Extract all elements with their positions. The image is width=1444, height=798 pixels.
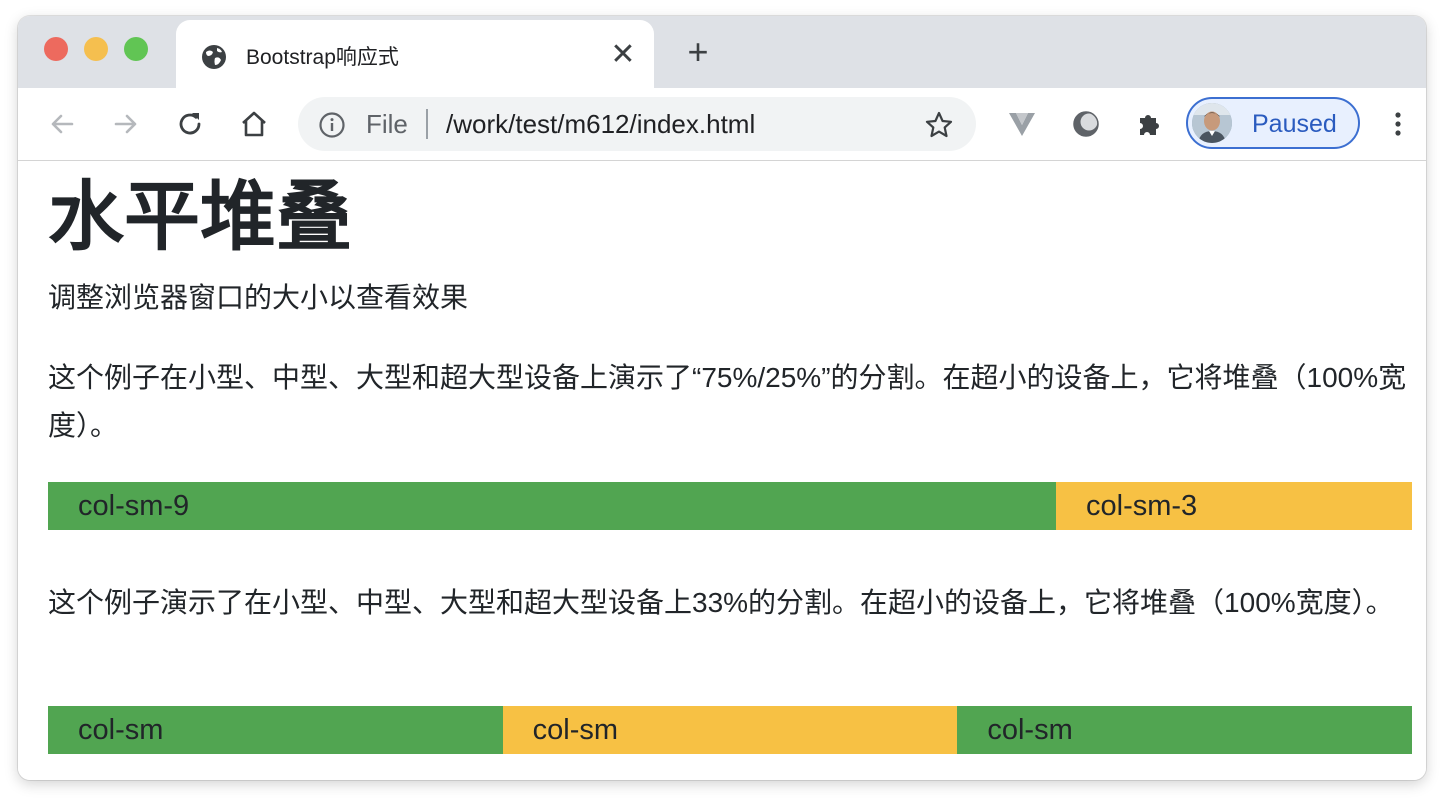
tab-strip: Bootstrap响应式 ✕ +	[18, 16, 1426, 88]
grid-column: col-sm	[502, 706, 958, 754]
tab-close-icon[interactable]: ✕	[608, 40, 638, 70]
forward-arrow-icon[interactable]	[110, 108, 142, 140]
info-icon[interactable]	[318, 111, 346, 139]
new-tab-button[interactable]: +	[682, 34, 714, 70]
globe-icon	[202, 45, 226, 69]
address-separator	[426, 109, 428, 139]
window-minimize-button[interactable]	[84, 37, 108, 61]
puzzle-icon[interactable]	[1134, 108, 1166, 140]
back-arrow-icon[interactable]	[46, 108, 78, 140]
v-extension-icon[interactable]	[1006, 108, 1038, 140]
avatar	[1192, 103, 1232, 143]
kebab-menu-icon[interactable]	[1386, 108, 1410, 140]
address-scheme: File	[366, 109, 408, 139]
window-close-button[interactable]	[44, 37, 68, 61]
star-icon[interactable]	[924, 110, 954, 140]
example2-description: 这个例子演示了在小型、中型、大型和超大型设备上33%的分割。在超小的设备上，它将…	[48, 587, 1394, 618]
page-content: 水平堆叠 调整浏览器窗口的大小以查看效果 这个例子在小型、中型、大型和超大型设备…	[18, 161, 1426, 780]
home-icon[interactable]	[238, 108, 270, 140]
grid-column: col-sm-9	[48, 482, 1056, 530]
grid-column: col-sm	[48, 706, 503, 754]
address-path[interactable]: /work/test/m612/index.html	[446, 109, 755, 140]
grid-row-75-25: col-sm-9 col-sm-3	[48, 482, 1412, 530]
profile-status: Paused	[1252, 110, 1337, 138]
tab-active[interactable]: Bootstrap响应式 ✕	[176, 20, 654, 88]
window-maximize-button[interactable]	[124, 37, 148, 61]
tab-title: Bootstrap响应式	[246, 46, 399, 69]
profile-button[interactable]: Paused	[1186, 97, 1360, 149]
grid-row-thirds: col-sm col-sm col-sm	[48, 706, 1413, 754]
intro-text: 调整浏览器窗口的大小以查看效果	[48, 282, 469, 313]
grid-column: col-sm	[957, 706, 1413, 754]
reload-icon[interactable]	[174, 108, 206, 140]
page-title: 水平堆叠	[48, 172, 352, 261]
grid-column: col-sm-3	[1056, 482, 1412, 530]
circle-extension-icon[interactable]	[1070, 108, 1102, 140]
example1-description: 这个例子在小型、中型、大型和超大型设备上演示了“75%/25%”的分割。在超小的…	[48, 362, 1407, 441]
address-bar[interactable]: File /work/test/m612/index.html	[298, 97, 976, 151]
browser-window: Bootstrap响应式 ✕ + File /work/test/m612/in…	[18, 16, 1426, 780]
browser-toolbar: File /work/test/m612/index.html Paused	[18, 88, 1426, 161]
